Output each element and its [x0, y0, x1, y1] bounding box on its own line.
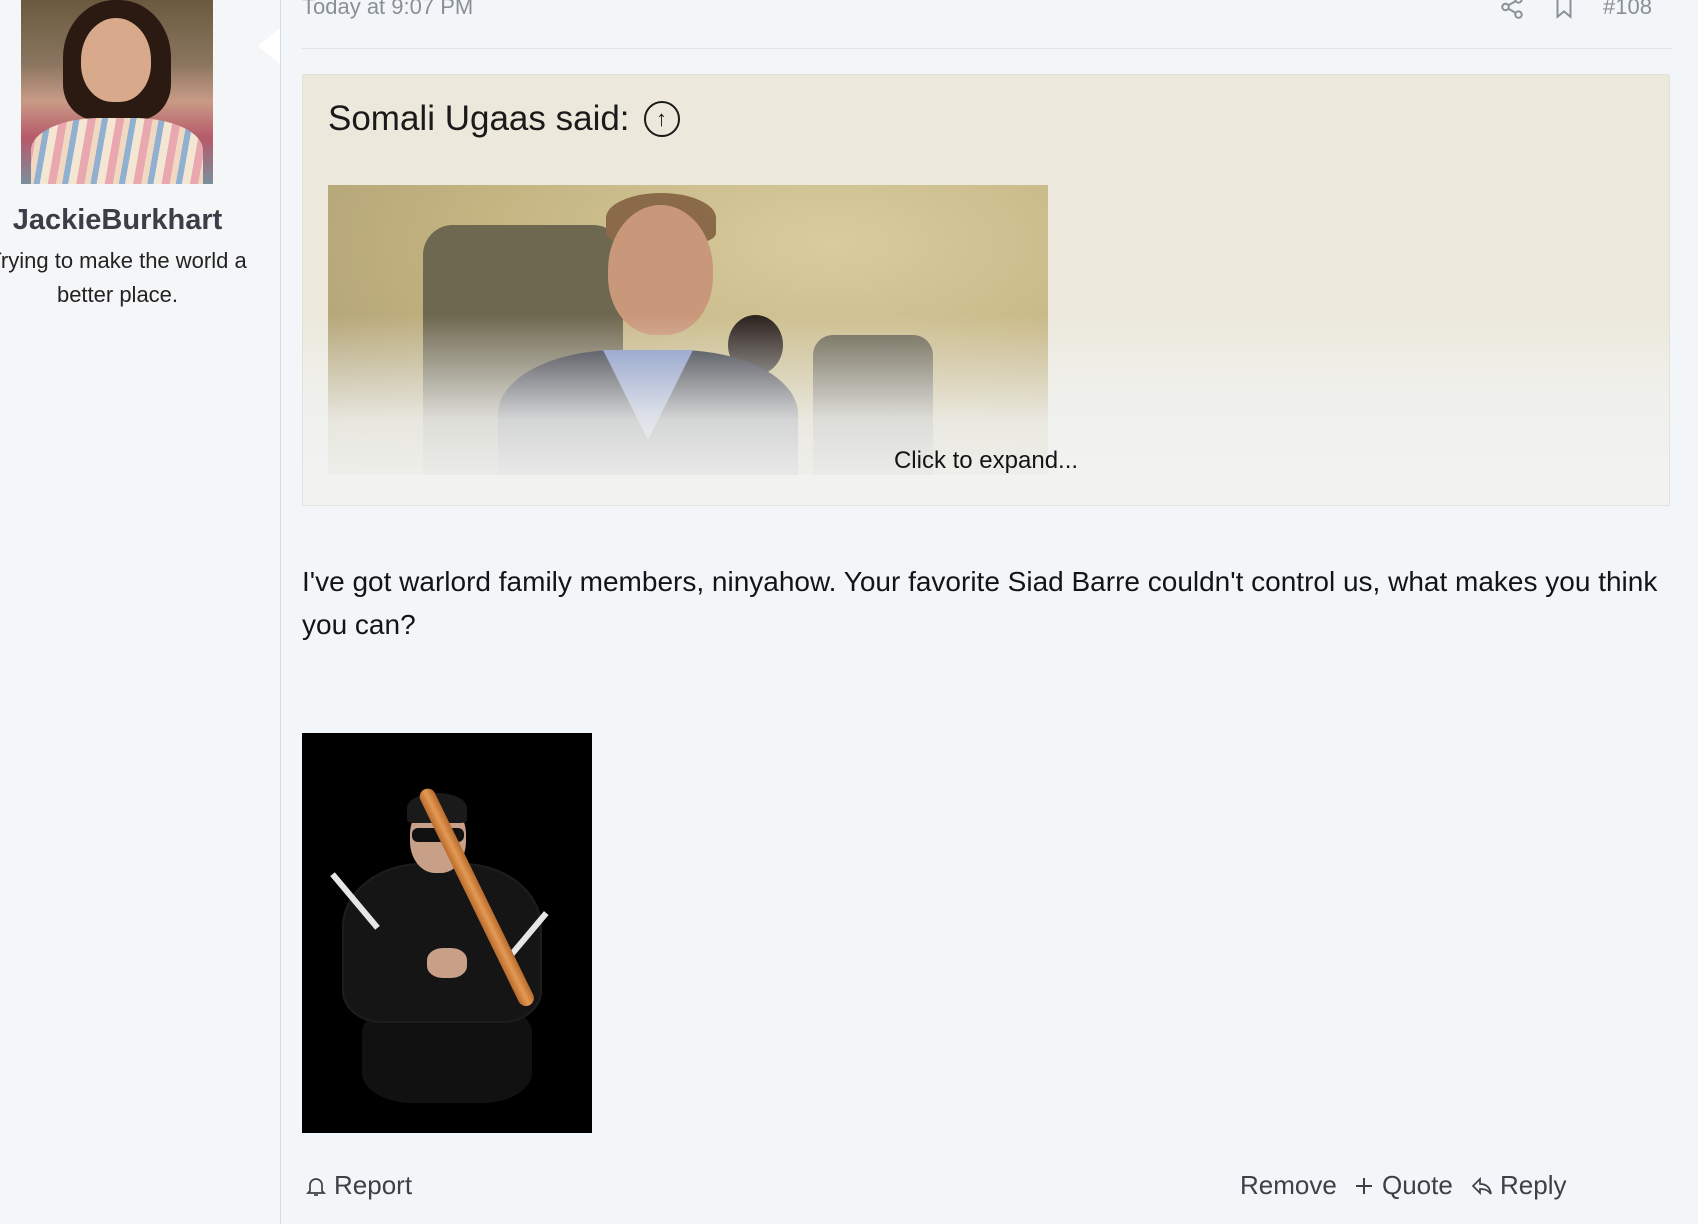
message-meta-actions: #108	[1499, 0, 1652, 20]
remove-button[interactable]: Remove	[1240, 1170, 1337, 1201]
quote-button[interactable]: Quote	[1352, 1170, 1453, 1201]
arrow-up-circle-icon[interactable]: ↑	[643, 101, 680, 137]
message-action-bar: Report Remove Quote Reply	[302, 1170, 1674, 1210]
user-sidebar: JackieBurkhart Trying to make the world …	[0, 0, 281, 1224]
quote-header: Somali Ugaas said: ↑	[328, 99, 680, 139]
username-link[interactable]: JackieBurkhart	[0, 204, 235, 237]
remove-label: Remove	[1240, 1170, 1337, 1200]
user-avatar[interactable]	[21, 0, 213, 184]
quote-fade-overlay	[303, 315, 1669, 505]
avatar-face	[81, 18, 151, 102]
click-to-expand-link[interactable]: Click to expand...	[303, 447, 1669, 475]
plus-icon	[1356, 1177, 1372, 1194]
reply-arrow-icon	[1471, 1176, 1492, 1195]
message-pointer-arrow	[258, 28, 280, 64]
quote-block: Somali Ugaas said: ↑ Click to expand...	[302, 74, 1670, 506]
message-meta-bar: Today at 9:07 PM #108	[302, 0, 1672, 49]
quote-author[interactable]: Somali Ugaas said:	[328, 99, 630, 139]
gif-torso	[342, 863, 542, 1023]
share-icon[interactable]	[1499, 0, 1525, 20]
post-number-link[interactable]: #108	[1603, 0, 1652, 20]
reply-button[interactable]: Reply	[1470, 1170, 1566, 1201]
post-gif-image[interactable]	[302, 733, 592, 1133]
gif-hands	[427, 948, 467, 978]
message-content: Today at 9:07 PM #108 Somali Ugaas said:…	[282, 0, 1698, 1224]
report-label: Report	[334, 1170, 413, 1200]
quote-label: Quote	[1382, 1170, 1453, 1200]
post-date-link[interactable]: Today at 9:07 PM	[302, 0, 473, 20]
reply-label: Reply	[1500, 1170, 1567, 1200]
bell-icon	[305, 1177, 327, 1196]
post-body-text: I've got warlord family members, ninyaho…	[302, 566, 1658, 640]
report-button[interactable]: Report	[304, 1170, 412, 1201]
avatar-shirt	[31, 118, 203, 184]
user-title: Trying to make the world a better place.	[0, 248, 247, 307]
bookmark-icon[interactable]	[1551, 0, 1577, 20]
